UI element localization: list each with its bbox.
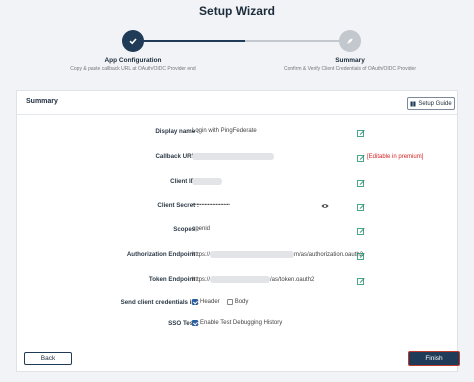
callback-url-row: Callback URL : [Editable in premium]	[17, 153, 457, 165]
endpoint-suffix: m/as/authorization.oauth2	[294, 251, 364, 258]
send-credentials-label: Send client credentials in :	[120, 299, 199, 306]
display-name-row: Display name : Login with PingFederate	[17, 128, 457, 140]
eye-icon[interactable]	[321, 203, 329, 209]
edit-icon[interactable]	[357, 129, 365, 137]
client-id-row: Client ID :	[17, 178, 457, 190]
authorization-endpoint-label: Authorization Endpoint :	[126, 251, 199, 258]
redacted-value	[192, 153, 274, 160]
client-id-value	[192, 178, 222, 185]
sso-test-checkbox-label: Enable Test Debugging History	[200, 320, 283, 326]
callback-url-value	[192, 153, 274, 160]
edit-icon[interactable]	[357, 277, 365, 285]
client-secret-row: Client Secret : ••••••••••••••••••••••••	[17, 202, 457, 214]
rocket-icon	[347, 38, 353, 44]
send-credentials-options: Header Body	[192, 299, 255, 305]
header-checkbox[interactable]	[192, 299, 198, 305]
premium-note: [Editable in premium]	[367, 154, 424, 160]
step-2-title: Summary	[335, 57, 365, 64]
wizard-title: Setup Wizard	[199, 4, 275, 18]
redacted-value	[210, 276, 271, 283]
edit-icon[interactable]	[357, 203, 365, 211]
edit-icon[interactable]	[357, 227, 365, 235]
endpoint-prefix: https://	[192, 276, 211, 283]
endpoint-prefix: https://	[192, 251, 211, 258]
token-endpoint-value: https:// /as/token.oauth2	[192, 276, 314, 283]
sso-test-checkbox[interactable]	[192, 320, 198, 326]
check-icon	[129, 38, 137, 45]
edit-icon[interactable]	[357, 252, 365, 260]
edit-icon[interactable]	[357, 154, 365, 162]
authorization-endpoint-value: https:// m/as/authorization.oauth2	[192, 251, 363, 258]
edit-icon[interactable]	[357, 179, 365, 187]
step-1-circle	[122, 30, 144, 52]
body-option-label: Body	[234, 299, 249, 305]
endpoint-suffix: /as/token.oauth2	[270, 276, 315, 283]
send-credentials-row: Send client credentials in : Header Body	[17, 299, 457, 311]
scopes-row: Scopes : openid	[17, 226, 457, 238]
card-divider	[17, 114, 457, 115]
summary-card: Summary Setup Guide Display name : Login…	[16, 90, 458, 372]
header-option[interactable]: Header	[192, 299, 220, 305]
step-1-description: Copy & paste callback URL at OAuth/OIDC …	[70, 66, 196, 72]
stepper-line	[133, 40, 350, 42]
body-option[interactable]: Body	[226, 299, 249, 305]
summary-title: Summary	[26, 98, 58, 105]
scopes-value: openid	[192, 226, 211, 232]
body-checkbox[interactable]	[226, 299, 233, 305]
sso-test-row: SSO Test : Enable Test Debugging History	[17, 320, 457, 332]
display-name-value: Login with PingFederate	[192, 128, 257, 134]
header-option-label: Header	[200, 299, 220, 305]
back-button[interactable]: Back	[24, 352, 72, 365]
book-icon	[410, 101, 416, 106]
finish-button[interactable]: Finish	[408, 351, 460, 366]
authorization-endpoint-row: Authorization Endpoint : https:// m/as/a…	[17, 251, 457, 263]
client-secret-value: ••••••••••••••••••••••••	[192, 202, 230, 207]
redacted-value	[192, 178, 222, 185]
setup-guide-label: Setup Guide	[418, 100, 452, 107]
step-2-description: Confirm & Verify Client Credentials of O…	[284, 66, 416, 72]
sso-test-option[interactable]: Enable Test Debugging History	[192, 320, 282, 326]
step-1-title: App Configuration	[104, 57, 162, 64]
redacted-value	[210, 251, 295, 258]
token-endpoint-row: Token Endpoint : https:// /as/token.oaut…	[17, 276, 457, 288]
step-2-circle	[339, 30, 361, 52]
setup-guide-button[interactable]: Setup Guide	[407, 97, 455, 110]
